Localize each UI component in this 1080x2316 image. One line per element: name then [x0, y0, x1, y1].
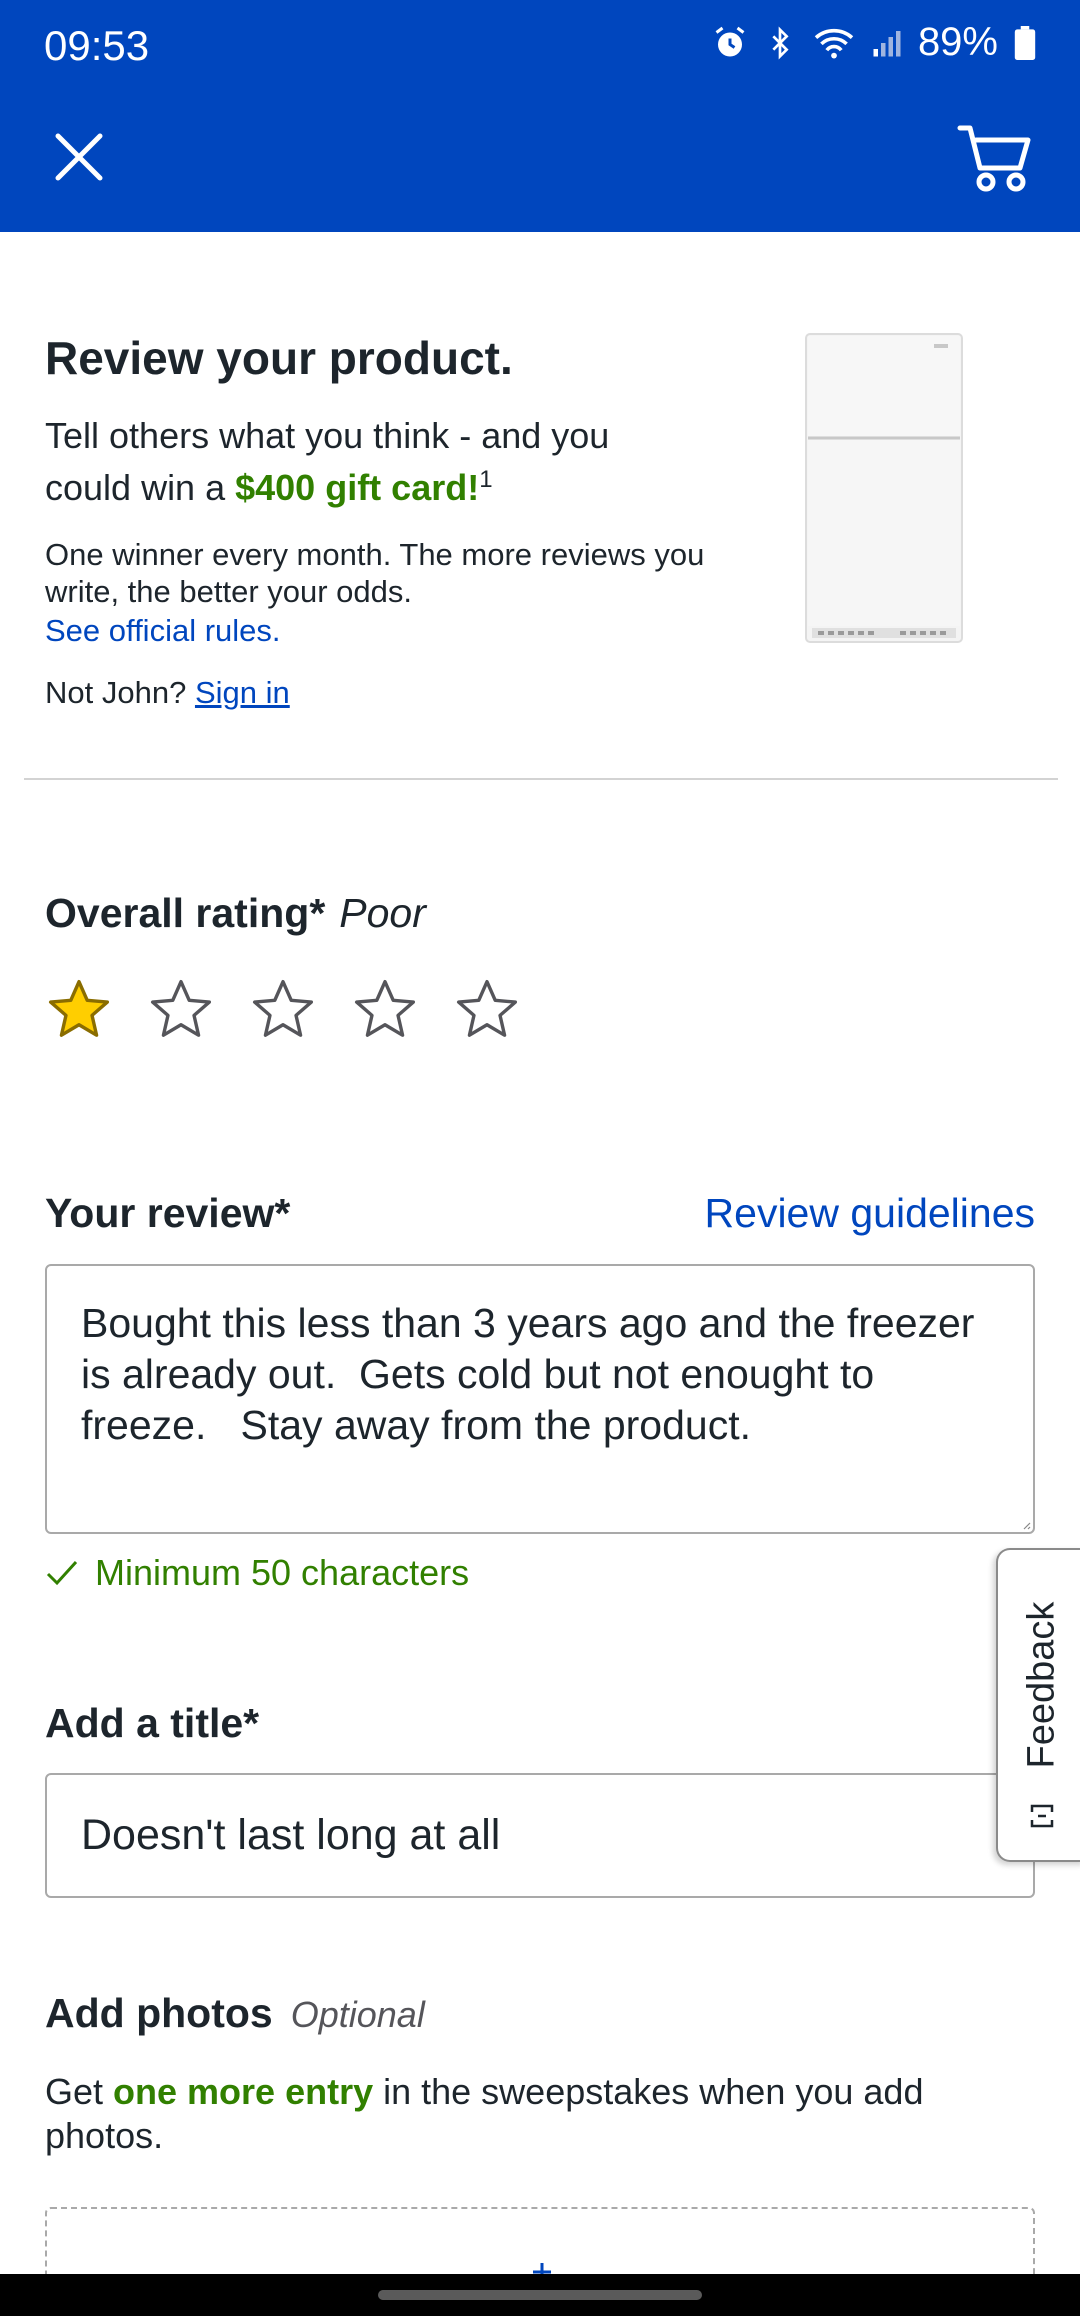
- review-intro: Review your product. Tell others what yo…: [45, 330, 705, 714]
- system-nav-bar: [0, 2274, 1080, 2316]
- photos-desc-prefix: Get: [45, 2071, 114, 2112]
- toolbar: [0, 94, 1080, 232]
- status-icons: 89%: [712, 20, 1036, 65]
- home-gesture-handle[interactable]: [378, 2290, 702, 2300]
- add-title-label: Add a title*: [45, 1700, 260, 1746]
- alarm-icon: [715, 26, 745, 56]
- feedback-label: Feedback: [1020, 1601, 1063, 1769]
- battery-icon: [1014, 25, 1036, 60]
- status-time: 09:53: [44, 22, 150, 69]
- title-input[interactable]: Doesn't last long at all: [45, 1773, 1035, 1898]
- contest-details: One winner every month. The more reviews…: [45, 537, 705, 609]
- wifi-icon: [814, 28, 854, 58]
- review-text: Bought this less than 3 years ago and th…: [81, 1300, 986, 1448]
- footnote-marker: 1: [479, 466, 493, 493]
- resize-grip-icon[interactable]: [1021, 1520, 1031, 1530]
- bluetooth-icon: [772, 25, 789, 60]
- rating-value-label: Poor: [339, 890, 426, 936]
- section-divider: [24, 778, 1058, 780]
- cart-icon[interactable]: [956, 120, 1036, 196]
- optional-label: Optional: [290, 1994, 425, 2035]
- review-textarea[interactable]: Bought this less than 3 years ago and th…: [45, 1264, 1035, 1534]
- contest-lead: Tell others what you think - and you cou…: [45, 414, 705, 510]
- add-photos-label: Add photos: [45, 1990, 273, 2036]
- star-icon-5[interactable]: [453, 976, 521, 1044]
- battery-percent: 89%: [917, 20, 998, 64]
- your-review-label: Your review*: [45, 1190, 291, 1236]
- feedback-icon: [1030, 1804, 1054, 1828]
- extra-entry-highlight: one more entry: [113, 2071, 374, 2112]
- app-header: 09:53 89%: [0, 0, 1080, 232]
- photos-description: Get one more entry in the sweepstakes wh…: [45, 2070, 1035, 2158]
- official-rules-link[interactable]: See official rules.: [45, 610, 705, 652]
- checkmark-icon: [46, 1560, 78, 1586]
- not-user-text: Not John?: [45, 675, 187, 710]
- signal-icon: [873, 30, 901, 56]
- star-icon-1[interactable]: [45, 976, 113, 1044]
- product-image: [805, 333, 963, 643]
- star-icon-2[interactable]: [147, 976, 215, 1044]
- status-bar: 09:53 89%: [0, 0, 1080, 94]
- star-icon-4[interactable]: [351, 976, 419, 1044]
- close-icon[interactable]: [44, 122, 114, 192]
- star-icon-3[interactable]: [249, 976, 317, 1044]
- review-guidelines-link[interactable]: Review guidelines: [705, 1190, 1035, 1237]
- page-title: Review your product.: [45, 332, 513, 384]
- min-chars-text: Minimum 50 characters: [95, 1552, 470, 1593]
- star-rating: [45, 976, 521, 1044]
- feedback-tab[interactable]: Feedback: [996, 1548, 1080, 1862]
- min-chars-note: Minimum 50 characters: [45, 1552, 469, 1594]
- overall-rating-label: Overall rating*: [45, 890, 326, 936]
- add-photos-header: Add photos Optional: [45, 1990, 425, 2037]
- rating-header: Overall rating* Poor: [45, 890, 426, 937]
- sign-in-link[interactable]: Sign in: [195, 675, 290, 710]
- gift-card-highlight: $400 gift card!: [235, 467, 480, 508]
- not-user-line: Not John? Sign in: [45, 672, 705, 714]
